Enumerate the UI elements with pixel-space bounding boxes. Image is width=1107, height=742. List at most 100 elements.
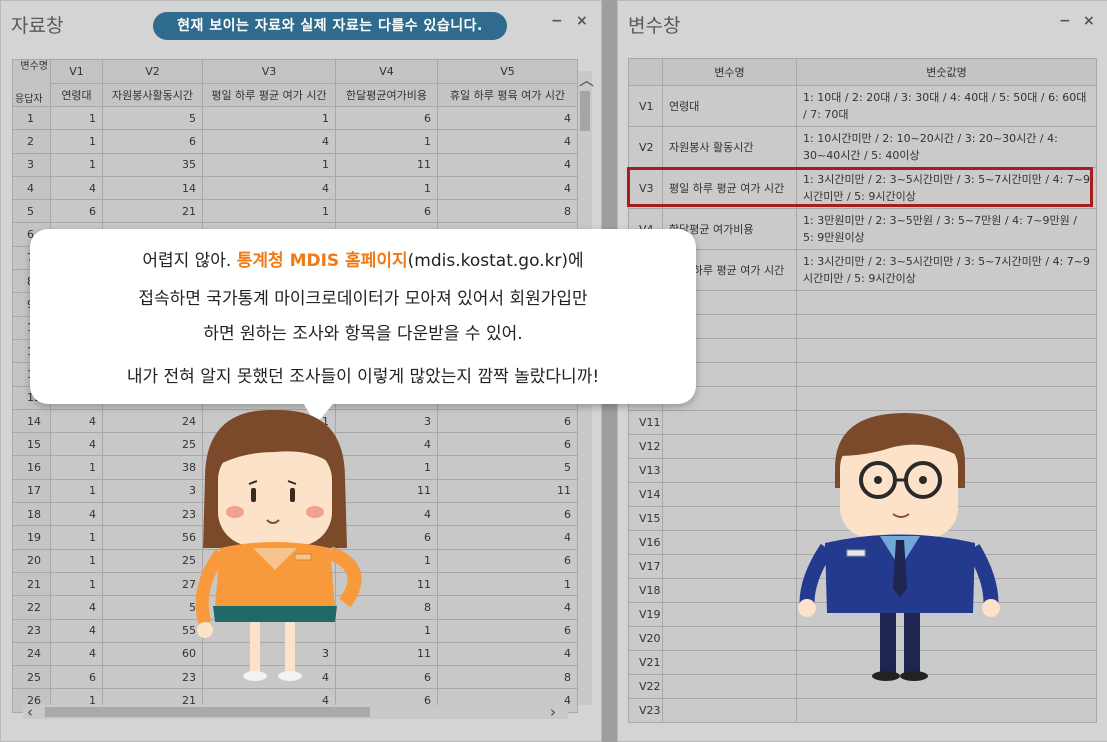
data-cell[interactable]: 1	[50, 478, 103, 504]
variable-id-cell[interactable]: V22	[628, 674, 663, 699]
row-number-cell[interactable]: 22	[12, 595, 51, 620]
variable-row[interactable]: V9	[628, 362, 1097, 387]
data-cell[interactable]: 1	[202, 105, 336, 131]
column-name-header[interactable]: 한달평균여가비용	[335, 82, 438, 107]
data-cell[interactable]: 1	[50, 571, 103, 597]
row-number-cell[interactable]: 25	[12, 665, 51, 690]
data-cell[interactable]: 4	[50, 641, 103, 667]
variable-name-cell[interactable]	[662, 578, 797, 603]
data-cell[interactable]: 4	[437, 152, 578, 177]
data-cell[interactable]: 6	[437, 408, 578, 434]
data-cell[interactable]: 4	[50, 618, 103, 643]
variable-name-cell[interactable]	[662, 410, 797, 435]
variable-row[interactable]: V6	[628, 290, 1097, 315]
data-cell[interactable]: 4	[437, 129, 578, 154]
variable-values-cell[interactable]	[796, 698, 1097, 723]
data-cell[interactable]: 1	[202, 199, 336, 224]
data-cell[interactable]: 21	[102, 199, 203, 224]
row-number-cell[interactable]: 1	[12, 105, 51, 131]
variable-id-cell[interactable]: V1	[628, 85, 663, 127]
vertical-scroll-thumb[interactable]	[580, 91, 590, 131]
variable-id-cell[interactable]: V17	[628, 554, 663, 579]
table-row[interactable]: 115164	[12, 105, 578, 131]
data-cell[interactable]: 4	[202, 175, 336, 201]
variable-id-cell[interactable]: V18	[628, 578, 663, 603]
column-id-header[interactable]: V1	[50, 59, 103, 84]
scroll-right-icon[interactable]: ›	[550, 703, 556, 721]
column-name-header[interactable]: 휴일 하루 평육 여가 시간	[437, 82, 578, 107]
data-cell[interactable]: 1	[50, 152, 103, 177]
data-cell[interactable]: 1	[50, 525, 103, 550]
variable-name-cell[interactable]	[662, 530, 797, 555]
data-cell[interactable]: 1	[437, 571, 578, 597]
data-cell[interactable]: 14	[102, 175, 203, 201]
data-cell[interactable]: 6	[437, 432, 578, 457]
column-id-header[interactable]: V3	[202, 59, 336, 84]
row-number-cell[interactable]: 21	[12, 571, 51, 597]
data-cell[interactable]: 4	[202, 129, 336, 154]
variable-id-cell[interactable]: V21	[628, 650, 663, 675]
column-name-header[interactable]: 평일 하루 평균 여가 시간	[202, 82, 336, 107]
horizontal-scroll-thumb[interactable]	[45, 707, 370, 717]
minimize-button[interactable]: −	[1059, 13, 1071, 29]
variable-values-cell[interactable]: 1: 3만원미만 / 2: 3~5만원 / 3: 5~7만원 / 4: 7~9만…	[796, 208, 1097, 250]
data-cell[interactable]: 6	[102, 129, 203, 154]
variable-id-cell[interactable]: V16	[628, 530, 663, 555]
row-number-cell[interactable]: 24	[12, 641, 51, 667]
row-number-cell[interactable]: 5	[12, 199, 51, 224]
variable-row[interactable]: V23	[628, 698, 1097, 723]
data-cell[interactable]: 4	[50, 502, 103, 527]
data-cell[interactable]: 4	[50, 408, 103, 434]
data-cell[interactable]: 6	[50, 199, 103, 224]
data-cell[interactable]: 5	[102, 105, 203, 131]
row-number-cell[interactable]: 16	[12, 455, 51, 480]
variable-row[interactable]: V5휴일 하루 평균 여가 시간1: 3시간미만 / 2: 3~5시간미만 / …	[628, 249, 1097, 291]
row-number-cell[interactable]: 15	[12, 432, 51, 457]
minimize-button[interactable]: −	[551, 13, 563, 29]
data-cell[interactable]: 4	[437, 595, 578, 620]
table-row[interactable]: 5 6 21 1 6 8	[12, 199, 578, 224]
table-row[interactable]: 3 1 35 1 11 4	[12, 152, 578, 177]
variable-row[interactable]: V10	[628, 386, 1097, 411]
close-button[interactable]: ×	[576, 13, 588, 29]
variable-values-cell[interactable]	[796, 338, 1097, 363]
variable-values-cell[interactable]	[796, 362, 1097, 387]
variable-name-cell[interactable]	[662, 674, 797, 699]
variable-name-cell[interactable]	[662, 602, 797, 627]
variable-id-cell[interactable]: V14	[628, 482, 663, 507]
variable-values-cell[interactable]	[796, 314, 1097, 339]
data-cell[interactable]: 1	[50, 105, 103, 131]
variable-name-cell[interactable]	[662, 506, 797, 531]
data-cell[interactable]: 1	[202, 152, 336, 177]
row-number-cell[interactable]: 18	[12, 502, 51, 527]
variable-id-cell[interactable]: V15	[628, 506, 663, 531]
row-number-cell[interactable]: 23	[12, 618, 51, 643]
data-cell[interactable]: 4	[437, 525, 578, 550]
data-cell[interactable]: 4	[50, 432, 103, 457]
column-name-header[interactable]: 연령대	[50, 82, 103, 107]
variable-name-cell[interactable]	[662, 554, 797, 579]
scroll-up-icon[interactable]: ︿	[579, 69, 594, 90]
variable-name-cell[interactable]: 자원봉사 활동시간	[662, 126, 797, 168]
variable-id-cell[interactable]: V19	[628, 602, 663, 627]
variable-id-cell[interactable]: V20	[628, 626, 663, 651]
variable-row[interactable]: V4한달평균 여가비용1: 3만원미만 / 2: 3~5만원 / 3: 5~7만…	[628, 208, 1097, 250]
variable-row[interactable]: V1 연령대 1: 10대 / 2: 20대 / 3: 30대 / 4: 40대 /…	[628, 85, 1097, 127]
data-cell[interactable]: 4	[437, 105, 578, 131]
data-cell[interactable]: 1	[50, 548, 103, 573]
data-cell[interactable]: 6	[335, 199, 438, 224]
row-number-cell[interactable]: 3	[12, 152, 51, 177]
variable-id-cell[interactable]: V12	[628, 434, 663, 459]
row-number-cell[interactable]: 17	[12, 478, 51, 504]
table-row[interactable]: 4 4 14 4 1 4	[12, 175, 578, 201]
variable-row[interactable]: V2 자원봉사 활동시간 1: 10시간미만 / 2: 10~20시간 / 3: 2…	[628, 126, 1097, 168]
row-number-cell[interactable]: 20	[12, 548, 51, 573]
variable-name-cell[interactable]	[662, 626, 797, 651]
data-cell[interactable]: 1	[335, 175, 438, 201]
variable-name-cell[interactable]	[662, 458, 797, 483]
row-number-cell[interactable]: 19	[12, 525, 51, 550]
variable-values-cell[interactable]: 1: 3시간미만 / 2: 3~5시간미만 / 3: 5~7시간미만 / 4: …	[796, 249, 1097, 291]
variable-id-cell[interactable]: V11	[628, 410, 663, 435]
column-name-header[interactable]: 자원봉사활동시간	[102, 82, 203, 107]
table-row[interactable]: 216414	[12, 129, 578, 154]
